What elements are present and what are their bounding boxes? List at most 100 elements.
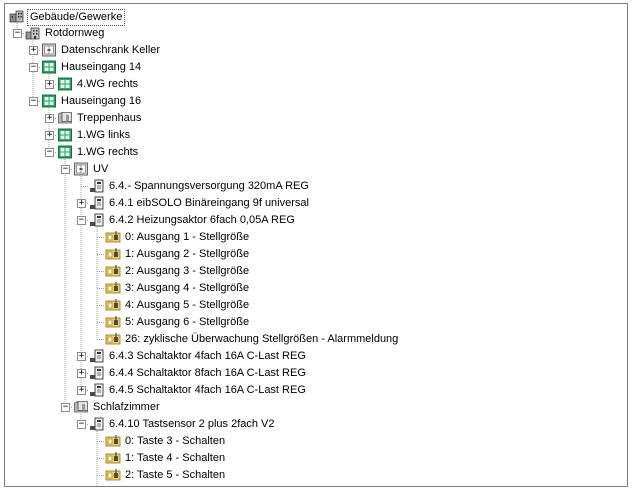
expand-toggle-icon[interactable]: +: [29, 46, 38, 55]
collapse-toggle-icon[interactable]: −: [29, 97, 38, 106]
tree-node[interactable]: +4.WG rechts: [5, 76, 605, 93]
tree-node[interactable]: 3: Taste 6 - Schalten: [5, 484, 605, 486]
device-icon: [89, 383, 105, 397]
tree-node-label[interactable]: 2: Taste 5 - Schalten: [123, 468, 227, 483]
tree-node-label[interactable]: Gebäude/Gewerke: [27, 9, 126, 26]
tree-node[interactable]: 1: Taste 4 - Schalten: [5, 450, 605, 467]
cabinet-icon: [73, 162, 89, 176]
building-root-icon: [9, 9, 25, 23]
tree-node[interactable]: +6.4.1 eibSOLO Binäreingang 9f universal: [5, 195, 605, 212]
group-object-icon: [105, 485, 121, 486]
group-object-icon: [105, 281, 121, 295]
project-tree-panel: Gebäude/Gewerke − Rotdornweg + Datenschrank …: [4, 3, 628, 487]
tree-node-label[interactable]: 26: zyklische Überwachung Stellgrößen - …: [123, 332, 400, 347]
tree-node[interactable]: 2: Ausgang 3 - Stellgröße: [5, 263, 605, 280]
tree-node-label[interactable]: 3: Taste 6 - Schalten: [123, 485, 227, 486]
group-object-icon: [105, 315, 121, 329]
tree-node-label[interactable]: Hauseingang 14: [59, 60, 143, 75]
collapse-toggle-icon[interactable]: −: [13, 29, 22, 38]
group-object-icon: [105, 298, 121, 312]
tree-node[interactable]: +6.4.5 Schaltaktor 4fach 16A C-Last REG: [5, 382, 605, 399]
tree-node-label[interactable]: 4.WG rechts: [75, 77, 140, 92]
expand-toggle-icon[interactable]: +: [45, 131, 54, 140]
tree-node[interactable]: 26: zyklische Überwachung Stellgrößen - …: [5, 331, 605, 348]
collapse-toggle-icon[interactable]: −: [45, 148, 54, 157]
tree-node[interactable]: − 1.WG rechts: [5, 144, 605, 161]
tree-node-label[interactable]: 6.4.1 eibSOLO Binäreingang 9f universal: [107, 196, 311, 211]
tree-node-label[interactable]: 6.4.2 Heizungsaktor 6fach 0,05A REG: [107, 213, 297, 228]
device-icon: [89, 349, 105, 363]
tree-node[interactable]: − Hauseingang 14: [5, 59, 605, 76]
tree-node[interactable]: 1: Ausgang 2 - Stellgröße: [5, 246, 605, 263]
tree-node-label[interactable]: 0: Ausgang 1 - Stellgröße: [123, 230, 251, 245]
tree-node[interactable]: − 6.4.2 Heizungsaktor 6fach 0,05A REG: [5, 212, 605, 229]
floor-icon: [57, 145, 73, 159]
room-icon: [57, 111, 73, 125]
tree-node-label[interactable]: 6.4.4 Schaltaktor 8fach 16A C-Last REG: [107, 366, 308, 381]
cabinet-icon: [41, 43, 57, 57]
device-icon: [89, 366, 105, 380]
group-object-icon: [105, 230, 121, 244]
tree-node-label[interactable]: 3: Ausgang 4 - Stellgröße: [123, 281, 251, 296]
collapse-toggle-icon[interactable]: −: [61, 403, 70, 412]
tree-node[interactable]: +6.4.4 Schaltaktor 8fach 16A C-Last REG: [5, 365, 605, 382]
tree-node[interactable]: +6.4.3 Schaltaktor 4fach 16A C-Last REG: [5, 348, 605, 365]
tree-node[interactable]: +1.WG links: [5, 127, 605, 144]
tree-node-label[interactable]: 1.WG links: [75, 128, 132, 143]
expand-toggle-icon[interactable]: +: [77, 386, 86, 395]
tree-node-label[interactable]: Treppenhaus: [75, 111, 143, 126]
tree-node[interactable]: 3: Ausgang 4 - Stellgröße: [5, 280, 605, 297]
tree-node[interactable]: − UV: [5, 161, 605, 178]
tree-node-label[interactable]: 4: Ausgang 5 - Stellgröße: [123, 298, 251, 313]
tree-node[interactable]: − Schlafzimmer: [5, 399, 605, 416]
device-icon: [89, 213, 105, 227]
group-object-icon: [105, 451, 121, 465]
tree-node[interactable]: + Datenschrank Keller: [5, 42, 605, 59]
tree-node-label[interactable]: 5: Ausgang 6 - Stellgröße: [123, 315, 251, 330]
tree-node-label[interactable]: 1.WG rechts: [75, 145, 140, 160]
expand-toggle-icon[interactable]: +: [45, 80, 54, 89]
tree-node-label[interactable]: Hauseingang 16: [59, 94, 143, 109]
collapse-toggle-icon[interactable]: −: [77, 216, 86, 225]
tree-node-label[interactable]: 1: Ausgang 2 - Stellgröße: [123, 247, 251, 262]
tree-node[interactable]: 0: Ausgang 1 - Stellgröße: [5, 229, 605, 246]
expand-toggle-icon[interactable]: +: [45, 114, 54, 123]
group-object-icon: [105, 468, 121, 482]
floor-icon: [57, 128, 73, 142]
tree-node-label[interactable]: 6.4.3 Schaltaktor 4fach 16A C-Last REG: [107, 349, 308, 364]
tree-node-label[interactable]: 6.4.- Spannungsversorgung 320mA REG: [107, 179, 311, 194]
tree-node[interactable]: 4: Ausgang 5 - Stellgröße: [5, 297, 605, 314]
tree-node[interactable]: + Treppenhaus: [5, 110, 605, 127]
expand-toggle-icon[interactable]: +: [77, 352, 86, 361]
tree-node[interactable]: − Hauseingang 16: [5, 93, 605, 110]
tree-node-label[interactable]: Rotdornweg: [43, 26, 106, 41]
tree-node[interactable]: 2: Taste 5 - Schalten: [5, 467, 605, 484]
tree-node-label[interactable]: 6.4.5 Schaltaktor 4fach 16A C-Last REG: [107, 383, 308, 398]
building-tree[interactable]: Gebäude/Gewerke − Rotdornweg + Datenschrank …: [5, 4, 627, 486]
collapse-toggle-icon[interactable]: −: [77, 420, 86, 429]
expand-toggle-icon[interactable]: +: [77, 369, 86, 378]
tree-node-label[interactable]: Datenschrank Keller: [59, 43, 162, 58]
tree-node-label[interactable]: 1: Taste 4 - Schalten: [123, 451, 227, 466]
room-icon: [73, 400, 89, 414]
tree-node[interactable]: − 6.4.10 Tastsensor 2 plus 2fach V2: [5, 416, 605, 433]
tree-node-label[interactable]: UV: [91, 162, 110, 177]
collapse-toggle-icon[interactable]: −: [29, 63, 38, 72]
floor-icon: [41, 60, 57, 74]
collapse-toggle-icon[interactable]: −: [61, 165, 70, 174]
tree-node-label[interactable]: Schlafzimmer: [91, 400, 162, 415]
tree-node-label[interactable]: 6.4.10 Tastsensor 2 plus 2fach V2: [107, 417, 277, 432]
tree-node[interactable]: 0: Taste 3 - Schalten: [5, 433, 605, 450]
tree-node[interactable]: 5: Ausgang 6 - Stellgröße: [5, 314, 605, 331]
tree-node[interactable]: 6.4.- Spannungsversorgung 320mA REG: [5, 178, 605, 195]
floor-icon: [41, 94, 57, 108]
floor-icon: [57, 77, 73, 91]
tree-node-label[interactable]: 2: Ausgang 3 - Stellgröße: [123, 264, 251, 279]
tree-node[interactable]: Gebäude/Gewerke: [5, 8, 605, 26]
device-icon: [89, 417, 105, 431]
group-object-icon: [105, 434, 121, 448]
group-object-icon: [105, 332, 121, 346]
tree-node[interactable]: − Rotdornweg: [5, 25, 605, 42]
expand-toggle-icon[interactable]: +: [77, 199, 86, 208]
tree-node-label[interactable]: 0: Taste 3 - Schalten: [123, 434, 227, 449]
